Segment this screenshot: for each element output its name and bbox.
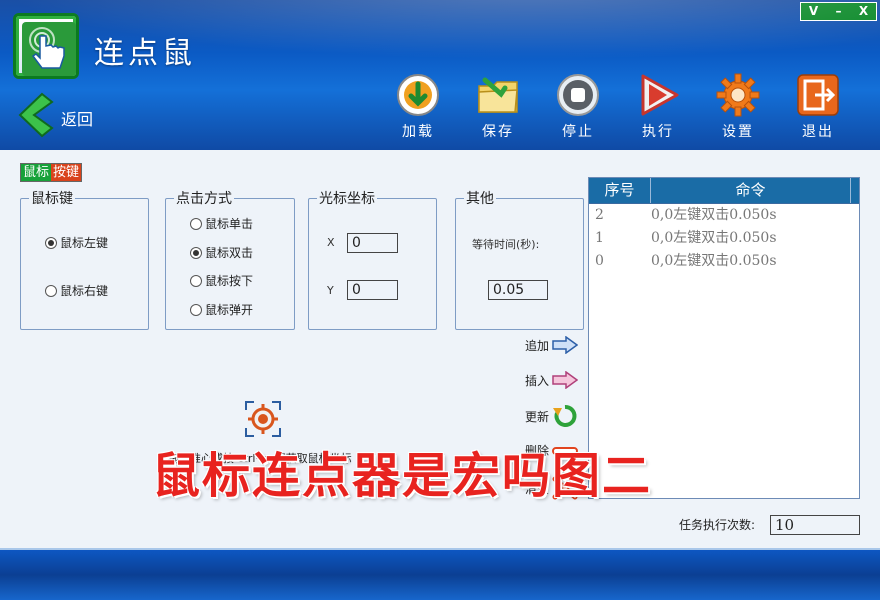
radio-label: 鼠标左键 bbox=[60, 236, 109, 250]
click-mode-legend: 点击方式 bbox=[176, 191, 232, 207]
arrow-right-pink-icon bbox=[552, 371, 579, 389]
app-logo bbox=[13, 13, 79, 79]
close-button[interactable]: X bbox=[851, 3, 876, 20]
radio-single-click[interactable]: 鼠标单击 bbox=[190, 215, 253, 232]
stop-icon bbox=[557, 74, 599, 116]
settings-button[interactable]: 设置 bbox=[708, 72, 768, 142]
crosshair-icon bbox=[245, 401, 281, 437]
cursor-coords-group: 光标坐标 bbox=[308, 188, 437, 330]
y-coord-input[interactable]: 0 bbox=[347, 280, 398, 300]
mode-badge: 鼠标 按键 bbox=[20, 163, 83, 182]
header-bar: 连点鼠 V – X 返回 加载 保存 停止 执行 设置 退出 bbox=[0, 0, 880, 150]
radio-label: 鼠标按下 bbox=[205, 274, 254, 288]
toolbar: 加载 保存 停止 执行 设置 退出 bbox=[388, 72, 868, 144]
window-controls: V – X bbox=[800, 2, 877, 21]
settings-label: 设置 bbox=[722, 124, 754, 140]
main-content: 鼠标 按键 鼠标键 鼠标左键 鼠标右键 点击方式 鼠标单击 鼠标双击 鼠标按下 … bbox=[0, 150, 880, 548]
row-command: 0,0左键双击0.050s bbox=[651, 230, 777, 246]
other-group: 其他 bbox=[455, 188, 584, 330]
radio-right-button[interactable]: 鼠标右键 bbox=[45, 282, 108, 299]
append-button[interactable]: 追加 bbox=[525, 336, 579, 354]
arrow-right-blue-icon bbox=[552, 336, 579, 354]
radio-press-down[interactable]: 鼠标按下 bbox=[190, 272, 253, 289]
radio-indicator bbox=[190, 303, 202, 316]
app-window: 连点鼠 V – X 返回 加载 保存 停止 执行 设置 退出 鼠标 按键 鼠标键… bbox=[0, 0, 880, 600]
task-count-label: 任务执行次数: bbox=[679, 518, 756, 532]
radio-indicator bbox=[45, 236, 57, 249]
load-icon bbox=[397, 74, 439, 116]
crosshair-target[interactable] bbox=[244, 400, 282, 438]
radio-label: 鼠标双击 bbox=[205, 246, 254, 260]
list-item[interactable]: 0 0,0左键双击0.050s bbox=[589, 250, 859, 273]
radio-indicator bbox=[45, 284, 57, 297]
menu-button[interactable]: V bbox=[801, 3, 826, 20]
list-item[interactable]: 2 0,0左键双击0.050s bbox=[589, 204, 859, 227]
command-list-header: 序号 命令 bbox=[589, 178, 859, 204]
badge-part-mouse: 鼠标 bbox=[21, 164, 52, 181]
radio-release[interactable]: 鼠标弹开 bbox=[190, 301, 253, 318]
update-button[interactable]: 更新 bbox=[525, 404, 578, 428]
row-command: 0,0左键双击0.050s bbox=[651, 253, 777, 269]
exit-label: 退出 bbox=[802, 124, 834, 140]
refresh-icon bbox=[553, 405, 577, 427]
radio-indicator bbox=[190, 246, 202, 259]
app-title: 连点鼠 bbox=[94, 36, 196, 71]
y-label: Y bbox=[327, 284, 334, 297]
watermark-overlay: 鼠标连点器是宏吗图二 bbox=[152, 448, 653, 504]
save-label: 保存 bbox=[482, 124, 514, 140]
radio-label: 鼠标右键 bbox=[60, 284, 109, 298]
minimize-button[interactable]: – bbox=[826, 3, 851, 20]
radio-indicator bbox=[190, 217, 202, 230]
mouse-key-group: 鼠标键 bbox=[20, 188, 149, 330]
run-button[interactable]: 执行 bbox=[628, 72, 688, 142]
task-count-input[interactable]: 10 bbox=[770, 515, 860, 535]
load-label: 加载 bbox=[402, 124, 434, 140]
update-label: 更新 bbox=[525, 409, 550, 424]
column-header-command[interactable]: 命令 bbox=[651, 178, 851, 203]
cursor-coords-legend: 光标坐标 bbox=[319, 191, 375, 207]
play-icon bbox=[641, 74, 679, 116]
append-label: 追加 bbox=[525, 338, 550, 353]
run-label: 执行 bbox=[642, 124, 674, 140]
back-button[interactable]: 返回 bbox=[16, 92, 106, 138]
gear-icon bbox=[716, 73, 760, 117]
hand-pointer-icon bbox=[22, 22, 76, 76]
radio-left-button[interactable]: 鼠标左键 bbox=[45, 234, 108, 251]
column-header-index[interactable]: 序号 bbox=[589, 178, 651, 203]
back-label: 返回 bbox=[61, 110, 94, 129]
wait-time-input[interactable]: 0.05 bbox=[488, 280, 548, 300]
row-index: 1 bbox=[595, 230, 604, 246]
folder-save-icon bbox=[478, 77, 518, 113]
stop-label: 停止 bbox=[562, 124, 594, 140]
x-label: X bbox=[327, 236, 335, 249]
radio-label: 鼠标弹开 bbox=[205, 303, 254, 317]
list-item[interactable]: 1 0,0左键双击0.050s bbox=[589, 227, 859, 250]
radio-indicator bbox=[190, 274, 202, 287]
insert-button[interactable]: 插入 bbox=[525, 371, 579, 389]
other-legend: 其他 bbox=[466, 191, 494, 207]
row-command: 0,0左键双击0.050s bbox=[651, 207, 777, 223]
stop-button[interactable]: 停止 bbox=[548, 72, 608, 142]
wait-time-label: 等待时间(秒): bbox=[472, 238, 540, 251]
row-index: 2 bbox=[595, 207, 604, 223]
footer-bar bbox=[0, 548, 880, 600]
row-index: 0 bbox=[595, 253, 604, 269]
insert-label: 插入 bbox=[525, 373, 550, 388]
exit-button[interactable]: 退出 bbox=[788, 72, 848, 142]
radio-label: 鼠标单击 bbox=[205, 217, 254, 231]
badge-part-key: 按键 bbox=[51, 164, 82, 181]
back-arrow-icon bbox=[18, 92, 54, 138]
load-button[interactable]: 加载 bbox=[388, 72, 448, 142]
radio-double-click[interactable]: 鼠标双击 bbox=[190, 244, 253, 261]
save-button[interactable]: 保存 bbox=[468, 72, 528, 142]
x-coord-input[interactable]: 0 bbox=[347, 233, 398, 253]
exit-icon bbox=[797, 74, 839, 116]
mouse-key-legend: 鼠标键 bbox=[31, 191, 73, 207]
